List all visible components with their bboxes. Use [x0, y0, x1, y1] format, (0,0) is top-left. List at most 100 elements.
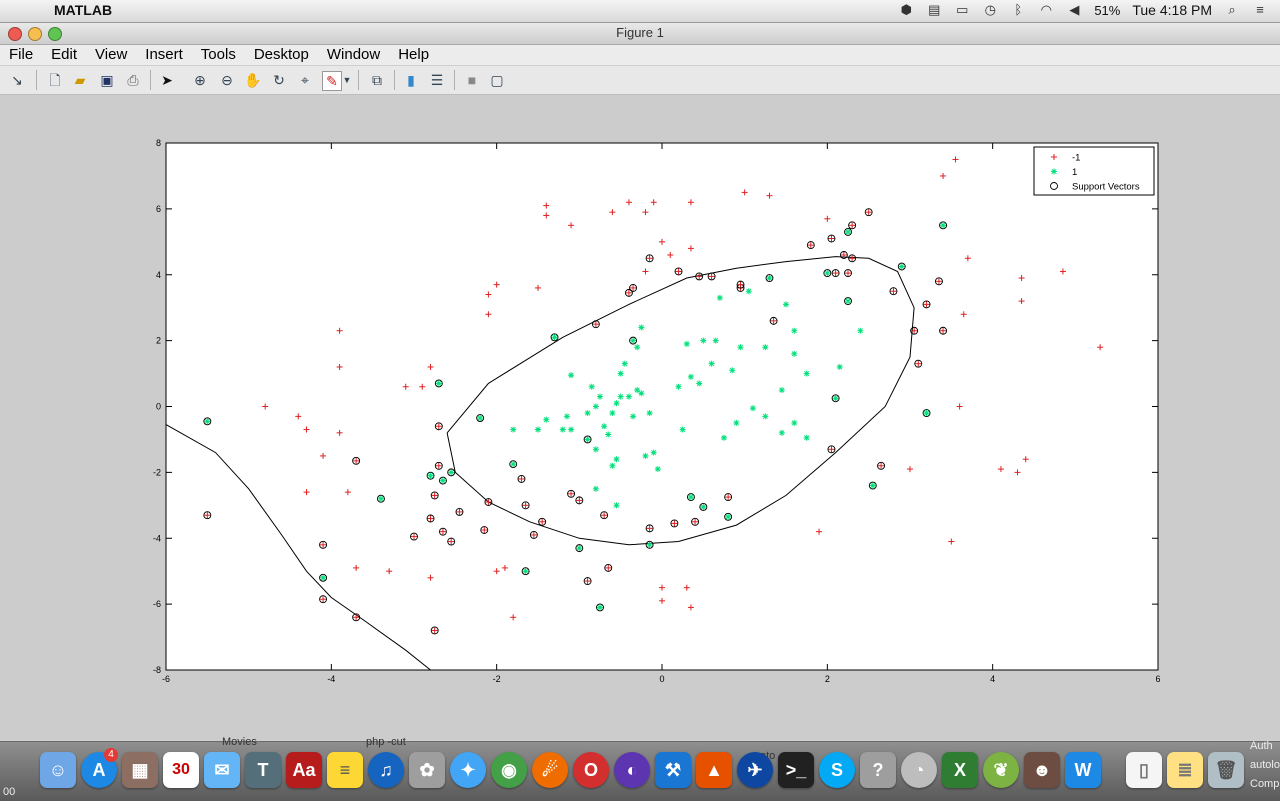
notification-list-icon[interactable]: ≡: [1252, 3, 1268, 17]
data-point-sv-fill: [320, 574, 327, 581]
trash-icon[interactable]: 🗑: [1208, 752, 1244, 788]
eclipse-icon[interactable]: ◐: [614, 752, 650, 788]
data-point-pos: [729, 367, 736, 374]
menu-extra-icon[interactable]: ▤: [926, 3, 942, 17]
new-figure-icon[interactable]: 🗋: [46, 71, 64, 89]
iphoto-icon[interactable]: ✿: [409, 752, 445, 788]
background-window-text: Auth: [1250, 740, 1273, 752]
dock-arrow-icon[interactable]: ↘: [8, 71, 26, 89]
calendar-icon[interactable]: 30: [163, 752, 199, 788]
y-tick-label: -6: [153, 599, 161, 609]
menu-help[interactable]: Help: [389, 45, 438, 65]
scatter-plot[interactable]: -6 -4 -2 0 2 4 6-8-6-4-202468 -11Support Vecto…: [0, 95, 1280, 740]
open-file-icon[interactable]: ▰: [71, 71, 89, 89]
spotlight-search-icon[interactable]: ⌕: [1224, 3, 1240, 17]
data-point-pos: [584, 410, 591, 417]
leaf-app-icon[interactable]: ❦: [983, 752, 1019, 788]
menu-desktop[interactable]: Desktop: [245, 45, 318, 65]
skype-icon[interactable]: S: [819, 752, 855, 788]
document-stack-icon[interactable]: ▯: [1126, 752, 1162, 788]
word-icon[interactable]: W: [1065, 752, 1101, 788]
link-plot-icon[interactable]: ⧉: [368, 71, 386, 89]
mail-icon[interactable]: ✉: [204, 752, 240, 788]
colorbar-icon[interactable]: ▮: [402, 71, 420, 89]
data-point-sv-fill: [584, 436, 591, 443]
help-icon[interactable]: ?: [860, 752, 896, 788]
app-menu[interactable]: MATLAB: [54, 2, 112, 18]
opera-icon[interactable]: O: [573, 752, 609, 788]
stickies-icon[interactable]: ≡: [327, 752, 363, 788]
battery-status[interactable]: 51%: [1094, 3, 1120, 18]
data-point-pos: [716, 294, 723, 301]
y-tick-label: -2: [153, 467, 161, 477]
chevron-down-icon[interactable]: ▼: [342, 71, 352, 89]
data-point-pos: [836, 363, 843, 370]
data-point-pos: [791, 350, 798, 357]
select-pointer-icon[interactable]: ➤: [158, 71, 176, 89]
data-point-pos: [563, 413, 570, 420]
save-icon[interactable]: ▣: [98, 71, 116, 89]
airplay-icon[interactable]: ▭: [954, 3, 970, 17]
menu-view[interactable]: View: [86, 45, 136, 65]
zoom-out-icon[interactable]: ⊖: [218, 71, 236, 89]
show-plot-tools-icon[interactable]: ▢: [488, 71, 506, 89]
pan-hand-icon[interactable]: ✋: [244, 71, 262, 89]
data-point-pos: [601, 423, 608, 430]
bird-app-icon[interactable]: ✈: [737, 752, 773, 788]
notes-stack-icon[interactable]: ≣: [1167, 752, 1203, 788]
terminal-icon[interactable]: >_: [778, 752, 814, 788]
data-point-sv-fill: [448, 469, 455, 476]
textedit-icon[interactable]: T: [245, 752, 281, 788]
safari-icon[interactable]: ✦: [450, 752, 486, 788]
data-point-pos: [745, 288, 752, 295]
photo-app-icon[interactable]: ▦: [122, 752, 158, 788]
dictionary-icon[interactable]: Aa: [286, 752, 322, 788]
data-point-pos: [642, 452, 649, 459]
xcode-icon[interactable]: ⚒: [655, 752, 691, 788]
zoom-in-icon[interactable]: ⊕: [191, 71, 209, 89]
y-tick-label: 2: [156, 336, 161, 346]
firefox-icon[interactable]: ☄: [532, 752, 568, 788]
data-point-pos: [638, 324, 645, 331]
data-point-pos: [510, 426, 517, 433]
itunes-icon[interactable]: ♫: [368, 752, 404, 788]
print-icon[interactable]: ⎙: [124, 71, 142, 89]
time-machine-icon[interactable]: ◷: [982, 3, 998, 17]
figure-toolbar: ↘ 🗋 ▰ ▣ ⎙ ➤ ⊕ ⊖ ✋ ↻ ⌖ ✎ ▼ ⧉ ▮ ☰ ■ ▢: [0, 66, 1280, 95]
data-point-sv-fill: [687, 494, 694, 501]
data-point-sv-fill: [845, 228, 851, 235]
matlab-icon[interactable]: ▲: [696, 752, 732, 788]
chrome-icon[interactable]: ◉: [491, 752, 527, 788]
menu-tools[interactable]: Tools: [192, 45, 245, 65]
data-point-sv-fill: [522, 568, 529, 575]
brush-icon[interactable]: ✎: [322, 71, 342, 91]
data-point-pos: [712, 337, 719, 344]
bluetooth-icon[interactable]: ᛒ: [1010, 3, 1026, 17]
background-window-text: Comp: [1250, 778, 1280, 790]
wifi-icon[interactable]: ◠: [1038, 3, 1054, 17]
data-point-sv-fill: [923, 410, 930, 417]
github-icon[interactable]: ☻: [1024, 752, 1060, 788]
menu-window[interactable]: Window: [318, 45, 389, 65]
data-cursor-icon[interactable]: ⌖: [296, 71, 314, 89]
rotate-3d-icon[interactable]: ↻: [270, 71, 288, 89]
legend-marker-pos: [1051, 168, 1057, 175]
hide-plot-tools-icon[interactable]: ■: [463, 71, 481, 89]
evernote-icon[interactable]: ◔: [901, 752, 937, 788]
y-tick-label: 8: [156, 138, 161, 148]
data-point-pos: [700, 337, 707, 344]
data-point-pos: [687, 373, 694, 380]
menu-edit[interactable]: Edit: [42, 45, 86, 65]
menu-file[interactable]: File: [0, 45, 42, 65]
data-point-pos: [568, 372, 575, 379]
finder-icon[interactable]: ☺: [40, 752, 76, 788]
volume-icon[interactable]: ◀: [1066, 3, 1082, 17]
menu-insert[interactable]: Insert: [136, 45, 192, 65]
data-point-sv-fill: [940, 222, 947, 229]
toolbar-separator: [36, 70, 37, 90]
clock[interactable]: Tue 4:18 PM: [1132, 2, 1212, 18]
legend-icon[interactable]: ☰: [428, 71, 446, 89]
dropbox-icon[interactable]: ⬢: [898, 3, 914, 17]
excel-icon[interactable]: X: [942, 752, 978, 788]
legend[interactable]: -1 1 Support Vectors: [1033, 146, 1155, 196]
